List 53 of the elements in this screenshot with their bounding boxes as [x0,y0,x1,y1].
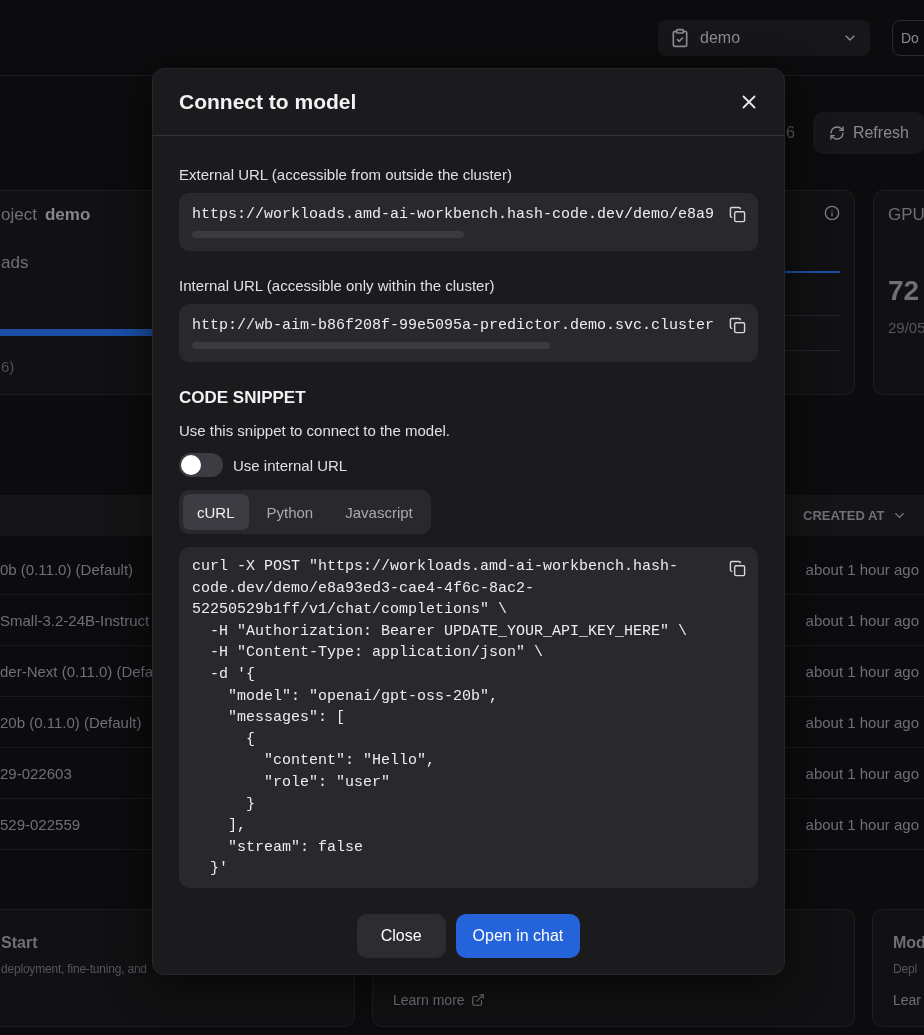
field-label: Internal URL (accessible only within the cluster) [179,277,496,294]
card-title: Start [1,934,39,952]
clipboard-icon [670,28,690,48]
copy-button[interactable] [729,317,746,334]
refresh-icon [828,125,845,141]
tab[interactable]: cURL [183,494,249,530]
card-subtitle: ads [1,253,30,273]
refresh-button[interactable]: Refresh [812,112,924,154]
card-text: deployment, fine-tuning, and [1,962,148,976]
gpu-date: 29/05 [888,319,924,336]
table-cell: about 1 hour ago [805,764,919,782]
field-label: External URL (accessible from outside the cluster) [179,166,513,183]
project-selector[interactable]: demo [658,20,870,56]
url-field[interactable]: http://wb-aim-b86f208f-99e5095a-predictor.demo.svc.cluster [179,304,758,362]
table-cell: 29-022603 [0,764,72,782]
table-cell: about 1 hour ago [805,611,919,629]
card-footnote: 6) [1,358,16,375]
section-heading: CODE SNIPPET [179,388,307,408]
learn-more-link[interactable]: Learn more [393,992,834,1008]
gpu-title: GPU [888,205,924,225]
learn-more-link[interactable]: Lear [893,992,924,1008]
close-button[interactable]: Close [356,913,446,958]
copy-icon [729,560,746,577]
copy-button[interactable] [729,560,746,577]
table-cell: 20b (0.11.0) (Default) [0,713,142,731]
toggle-switch[interactable] [179,453,223,477]
code-block: curl -X POST "https://workloads.amd-ai-workbench.hash- code.dev/demo/e8a93ed3-cae4-4f6c-8ac2- 52250529b1ff/v1/chat/completions" \ -H "Authorization: Bearer UPDATE_YOUR_API_KEY_HERE" \ -H "Content-Type: application/json" \ -d '{ "model": "openai/gpt-oss-20b", "messages": [ { "content": "Hello", "role": "user" } ], "stream": false }' [179,547,758,888]
table-cell: about 1 hour ago [805,560,919,578]
card-text: Depl [893,962,918,976]
copy-icon [729,317,746,334]
tab[interactable]: Javascript [331,494,427,530]
column-header[interactable]: CREATED AT [803,508,885,523]
tab[interactable]: Python [252,494,328,530]
table-cell: about 1 hour ago [805,662,919,680]
copy-button[interactable] [729,206,746,223]
card-title: Mod [893,934,924,952]
table-cell: 529-022559 [0,815,81,833]
info-icon [824,205,840,221]
dialog-title: Connect to model [179,90,357,114]
copy-icon [729,206,746,223]
table-cell: about 1 hour ago [805,815,919,833]
table-cell: about 1 hour ago [805,713,919,731]
snippet-hint: Use this snippet to connect to the model. [179,422,451,439]
count-text: 6 [786,124,795,142]
header-button[interactable]: Do [892,20,924,56]
external-link-icon [470,993,485,1007]
url-field[interactable]: https://workloads.amd-ai-workbench.hash-code.dev/demo/e8a9 [179,193,758,251]
table-cell: Small-3.2-24B-Instruct [0,611,150,629]
open-chat-button[interactable]: Open in chat [455,913,581,958]
toggle-label: Use internal URL [233,456,348,474]
table-cell: 0b (0.11.0) (Default) [0,560,134,578]
gpu-value: 72 [888,275,921,307]
table-cell: der-Next (0.11.0) (Defa [0,662,154,680]
